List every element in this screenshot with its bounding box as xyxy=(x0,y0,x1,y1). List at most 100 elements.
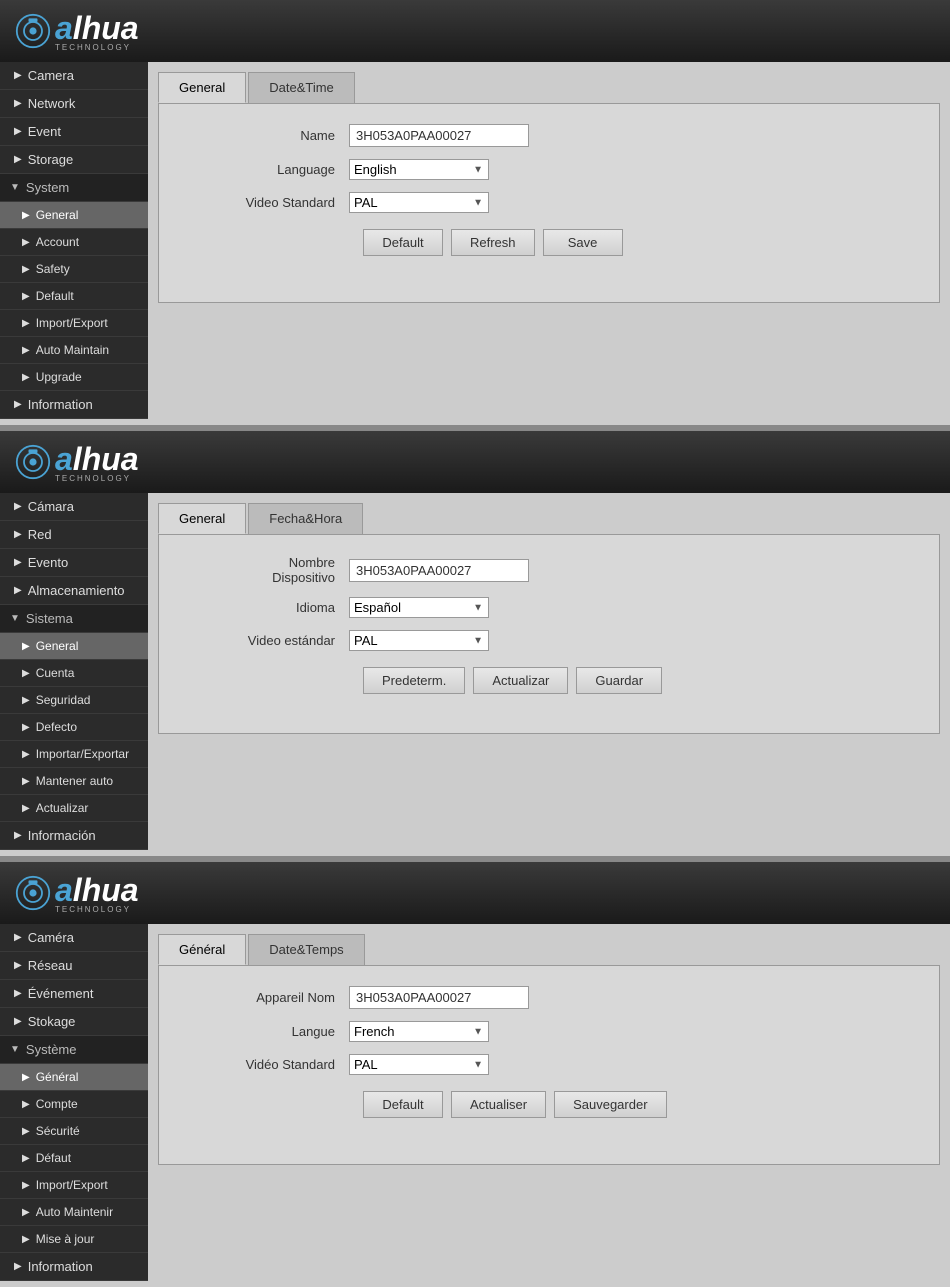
sidebar-item-11[interactable]: ▶Upgrade xyxy=(0,364,148,391)
form-select-2[interactable]: PAL xyxy=(349,192,489,213)
sidebar-item-10[interactable]: ▶Auto Maintenir xyxy=(0,1199,148,1226)
sidebar-arrow-9: ▶ xyxy=(22,318,30,329)
sidebar-item-1[interactable]: ▶Network xyxy=(0,90,148,118)
sidebar-label-8: Defecto xyxy=(36,720,77,734)
button-1[interactable]: Actualizar xyxy=(473,667,568,694)
sidebar-item-8[interactable]: ▶Default xyxy=(0,283,148,310)
sidebar-label-9: Import/Export xyxy=(36,1178,108,1192)
panel-panel-spanish: a lhua TECHNOLOGY ▶Cámara▶Red▶Evento▶Alm… xyxy=(0,431,950,850)
button-0[interactable]: Default xyxy=(363,229,443,256)
tab-1[interactable]: Date&Time xyxy=(248,72,355,103)
select-wrapper-1: Español xyxy=(349,597,489,618)
sidebar-arrow-7: ▶ xyxy=(22,264,30,275)
form-buttons: Predeterm. Actualizar Guardar xyxy=(363,667,909,694)
sidebar-item-12[interactable]: ▶Información xyxy=(0,822,148,850)
sidebar-item-6[interactable]: ▶Account xyxy=(0,229,148,256)
sidebar-label-1: Réseau xyxy=(28,958,73,973)
main-content: GeneralFecha&HoraNombreDispositivoIdioma… xyxy=(148,493,950,850)
sidebar-item-7[interactable]: ▶Safety xyxy=(0,256,148,283)
sidebar-item-11[interactable]: ▶Mise à jour xyxy=(0,1226,148,1253)
sidebar-item-5[interactable]: ▶General xyxy=(0,202,148,229)
sidebar-arrow-1: ▶ xyxy=(14,960,22,971)
sidebar-item-6[interactable]: ▶Cuenta xyxy=(0,660,148,687)
logo-sub: TECHNOLOGY xyxy=(55,43,139,52)
sidebar-label-2: Evento xyxy=(28,555,68,570)
form-select-2[interactable]: PAL xyxy=(349,1054,489,1075)
sidebar-item-3[interactable]: ▶Stokage xyxy=(0,1008,148,1036)
form-select-2[interactable]: PAL xyxy=(349,630,489,651)
sidebar-label-10: Auto Maintain xyxy=(36,343,109,357)
form-row-1: IdiomaEspañol xyxy=(219,597,909,618)
sidebar-arrow-10: ▶ xyxy=(22,345,30,356)
sidebar-item-11[interactable]: ▶Actualizar xyxy=(0,795,148,822)
sidebar-item-3[interactable]: ▶Storage xyxy=(0,146,148,174)
form-row-1: LanguageEnglish xyxy=(219,159,909,180)
sidebar-item-0[interactable]: ▶Caméra xyxy=(0,924,148,952)
sidebar-item-3[interactable]: ▶Almacenamiento xyxy=(0,577,148,605)
sidebar-item-9[interactable]: ▶Import/Export xyxy=(0,1172,148,1199)
sidebar-arrow-5: ▶ xyxy=(22,641,30,652)
button-2[interactable]: Save xyxy=(543,229,623,256)
tab-0[interactable]: Général xyxy=(158,934,246,965)
logo-icon xyxy=(15,444,51,480)
sidebar-item-0[interactable]: ▶Cámara xyxy=(0,493,148,521)
sidebar-item-5[interactable]: ▶General xyxy=(0,633,148,660)
form-area: NombreDispositivoIdiomaEspañolVideo está… xyxy=(158,534,940,734)
button-1[interactable]: Refresh xyxy=(451,229,535,256)
sidebar-item-9[interactable]: ▶Import/Export xyxy=(0,310,148,337)
form-input-0[interactable] xyxy=(349,986,529,1009)
sidebar-label-10: Auto Maintenir xyxy=(36,1205,113,1219)
sidebar-label-0: Camera xyxy=(28,68,74,83)
header: a lhua TECHNOLOGY xyxy=(0,0,950,62)
content-area: ▶Caméra ▶ Réseau ▶Événement▶Stokage▼Système… xyxy=(0,924,950,1281)
form-input-0[interactable] xyxy=(349,559,529,582)
sidebar-item-2[interactable]: ▶Événement xyxy=(0,980,148,1008)
sidebar-item-1[interactable]: ▶ Réseau xyxy=(0,952,148,980)
sidebar-item-1[interactable]: ▶Red xyxy=(0,521,148,549)
sidebar-arrow-3: ▶ xyxy=(14,1016,22,1027)
sidebar-item-4[interactable]: ▼Système xyxy=(0,1036,148,1064)
sidebar-label-8: Défaut xyxy=(36,1151,71,1165)
logo-icon xyxy=(15,875,51,911)
sidebar-arrow-12: ▶ xyxy=(14,1261,22,1272)
sidebar-item-8[interactable]: ▶Defecto xyxy=(0,714,148,741)
form-select-1[interactable]: French xyxy=(349,1021,489,1042)
button-1[interactable]: Actualiser xyxy=(451,1091,546,1118)
form-select-1[interactable]: Español xyxy=(349,597,489,618)
sidebar-label-12: Información xyxy=(28,828,96,843)
sidebar-item-4[interactable]: ▼System xyxy=(0,174,148,202)
sidebar-item-9[interactable]: ▶Importar/Exportar xyxy=(0,741,148,768)
form-row-2: Vidéo StandardPAL xyxy=(219,1054,909,1075)
button-2[interactable]: Guardar xyxy=(576,667,662,694)
sidebar-item-0[interactable]: ▶Camera xyxy=(0,62,148,90)
sidebar-label-6: Cuenta xyxy=(36,666,75,680)
sidebar-label-4: System xyxy=(26,180,69,195)
sidebar-item-2[interactable]: ▶Evento xyxy=(0,549,148,577)
tab-1[interactable]: Fecha&Hora xyxy=(248,503,363,534)
form-select-1[interactable]: English xyxy=(349,159,489,180)
button-0[interactable]: Predeterm. xyxy=(363,667,465,694)
sidebar-item-10[interactable]: ▶Mantener auto xyxy=(0,768,148,795)
tabs: GénéralDate&Temps xyxy=(158,934,940,965)
logo-a: a xyxy=(55,872,73,909)
sidebar-item-10[interactable]: ▶ Auto Maintain xyxy=(0,337,148,364)
form-input-0[interactable] xyxy=(349,124,529,147)
sidebar-item-6[interactable]: ▶Compte xyxy=(0,1091,148,1118)
tab-1[interactable]: Date&Temps xyxy=(248,934,364,965)
sidebar-item-8[interactable]: ▶Défaut xyxy=(0,1145,148,1172)
tab-0[interactable]: General xyxy=(158,72,246,103)
sidebar-arrow-1: ▶ xyxy=(14,98,22,109)
sidebar-arrow-3: ▶ xyxy=(14,585,22,596)
sidebar-item-12[interactable]: ▶Information xyxy=(0,1253,148,1281)
sidebar-arrow-5: ▶ xyxy=(22,210,30,221)
tab-0[interactable]: General xyxy=(158,503,246,534)
sidebar-item-7[interactable]: ▶Sécurité xyxy=(0,1118,148,1145)
logo-text: lhua xyxy=(73,872,139,909)
sidebar-item-2[interactable]: ▶Event xyxy=(0,118,148,146)
sidebar-item-4[interactable]: ▼Sistema xyxy=(0,605,148,633)
button-0[interactable]: Default xyxy=(363,1091,443,1118)
button-2[interactable]: Sauvegarder xyxy=(554,1091,666,1118)
sidebar-item-12[interactable]: ▶Information xyxy=(0,391,148,419)
sidebar-item-7[interactable]: ▶Seguridad xyxy=(0,687,148,714)
sidebar-item-5[interactable]: ▶Général xyxy=(0,1064,148,1091)
